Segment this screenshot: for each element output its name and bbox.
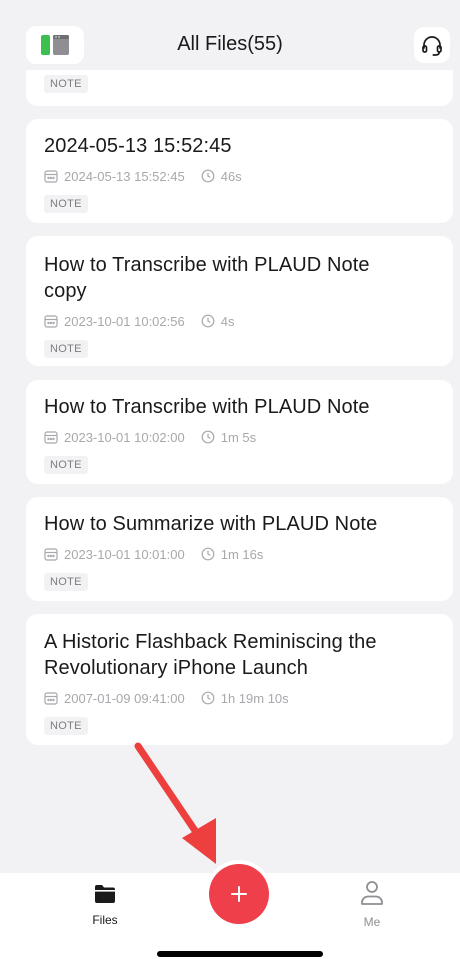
file-duration: 1h 19m 10s [220, 690, 289, 706]
file-title: How to Transcribe with PLAUD Note [44, 396, 370, 418]
file-duration: 46s [220, 168, 242, 184]
tab-me[interactable]: Me [346, 879, 398, 929]
clock-icon [201, 430, 215, 444]
file-date: 2023-10-01 10:01:00 [64, 546, 185, 562]
file-card[interactable]: How to Transcribe with PLAUD Note 2023-1… [26, 380, 453, 484]
file-meta: 2007-01-09 09:41:00 1h 19m 10s [44, 689, 435, 707]
tab-files-label: Files [92, 913, 118, 927]
file-card[interactable]: A Historic Flashback Reminiscing the Rev… [26, 614, 453, 745]
file-title: How to Transcribe with PLAUD Note copy [44, 254, 370, 302]
clock-icon [201, 314, 215, 328]
arrow-annotation [134, 742, 216, 864]
calendar-icon [44, 430, 58, 444]
note-tag: NOTE [44, 717, 88, 735]
file-title: How to Summarize with PLAUD Note [44, 513, 378, 535]
note-tag: NOTE [44, 340, 88, 358]
calendar-icon [44, 314, 58, 328]
note-tag: NOTE [44, 195, 88, 213]
home-indicator [157, 951, 323, 957]
add-file-button[interactable] [209, 864, 269, 924]
file-title: 2024-05-13 15:52:45 [44, 135, 232, 157]
file-duration: 1m 16s [220, 546, 264, 562]
clock-icon [201, 169, 215, 183]
tab-files[interactable]: Files [79, 883, 131, 927]
headset-icon [422, 36, 442, 56]
note-tag: NOTE [44, 456, 88, 474]
note-tag: NOTE [44, 75, 88, 93]
calendar-icon [44, 169, 58, 183]
file-card[interactable]: 2024-05-13 15:52:45 2024-05-13 15:52:45 … [26, 119, 453, 223]
support-button[interactable] [414, 27, 450, 63]
calendar-icon [44, 547, 58, 561]
file-date: 2023-10-01 10:02:00 [64, 429, 185, 445]
file-card[interactable]: How to Transcribe with PLAUD Note copy 2… [26, 236, 453, 366]
file-title: A Historic Flashback Reminiscing the Rev… [44, 631, 377, 679]
page-title: All Files(55) [177, 33, 283, 55]
file-meta: 2024-05-13 15:52:45 46s [44, 167, 435, 185]
clock-icon [201, 691, 215, 705]
file-meta: 2023-10-01 10:01:00 1m 16s [44, 545, 435, 563]
person-icon [361, 881, 383, 905]
file-date: 2007-01-09 09:41:00 [64, 690, 185, 706]
file-meta: 2023-10-01 10:02:56 4s [44, 312, 435, 330]
plus-icon [231, 886, 247, 902]
calendar-icon [44, 691, 58, 705]
header: All Files(55) [0, 0, 460, 70]
file-date: 2023-10-01 10:02:56 [64, 313, 185, 329]
file-date: 2024-05-13 15:52:45 [64, 168, 185, 184]
folder-icon [95, 885, 115, 903]
file-card[interactable]: How to Summarize with PLAUD Note 2023-10… [26, 497, 453, 601]
note-tag: NOTE [44, 573, 88, 591]
tab-me-label: Me [363, 915, 381, 929]
file-duration: 4s [220, 313, 235, 329]
clock-icon [201, 547, 215, 561]
file-duration: 1m 5s [220, 429, 257, 445]
file-meta: 2023-10-01 10:02:00 1m 5s [44, 428, 435, 446]
